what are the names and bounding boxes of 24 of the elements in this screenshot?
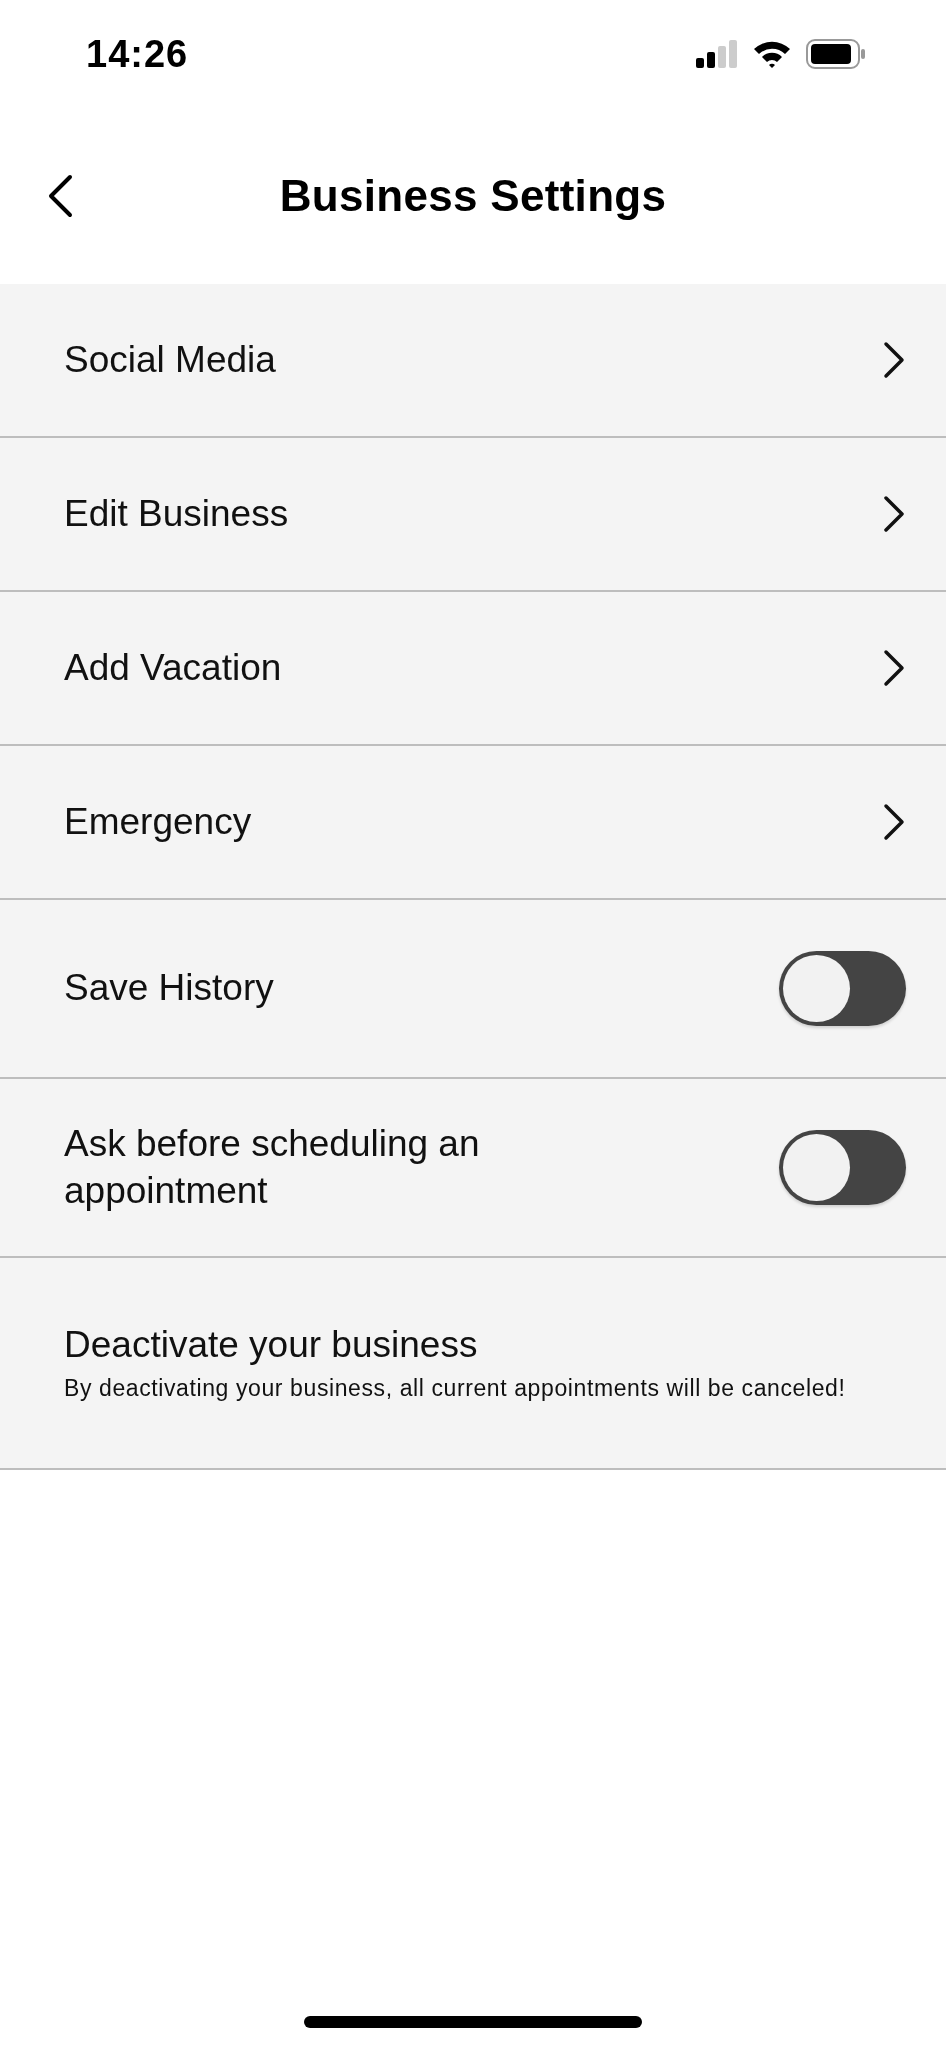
- row-label: Save History: [64, 966, 274, 1011]
- row-label: Edit Business: [64, 491, 289, 536]
- row-description: By deactivating your business, all current appointments will be canceled!: [64, 1374, 846, 1404]
- chevron-right-icon: [882, 494, 906, 534]
- settings-row[interactable]: Add Vacation: [0, 592, 946, 746]
- toggle-switch[interactable]: [779, 1130, 906, 1205]
- row-label: Emergency: [64, 799, 252, 844]
- status-time: 14:26: [86, 32, 189, 76]
- chevron-right-icon: [882, 648, 906, 688]
- settings-row[interactable]: Social Media: [0, 284, 946, 438]
- chevron-right-icon: [882, 340, 906, 380]
- wifi-icon: [752, 39, 792, 69]
- row-label: Social Media: [64, 337, 276, 382]
- chevron-right-icon: [882, 802, 906, 842]
- row-label: Deactivate your business: [64, 1322, 479, 1367]
- row-label: Add Vacation: [64, 645, 282, 690]
- signal-icon: [696, 40, 738, 68]
- page-title: Business Settings: [279, 171, 667, 221]
- row-label: Ask before scheduling an appointment: [64, 1122, 481, 1213]
- settings-row[interactable]: Edit Business: [0, 438, 946, 592]
- settings-row[interactable]: Deactivate your business By deactivating your business, all current appointments will be canceled!: [0, 1258, 946, 1470]
- battery-icon: [806, 39, 866, 69]
- toggle-switch[interactable]: [779, 951, 906, 1026]
- settings-row[interactable]: Emergency: [0, 746, 946, 900]
